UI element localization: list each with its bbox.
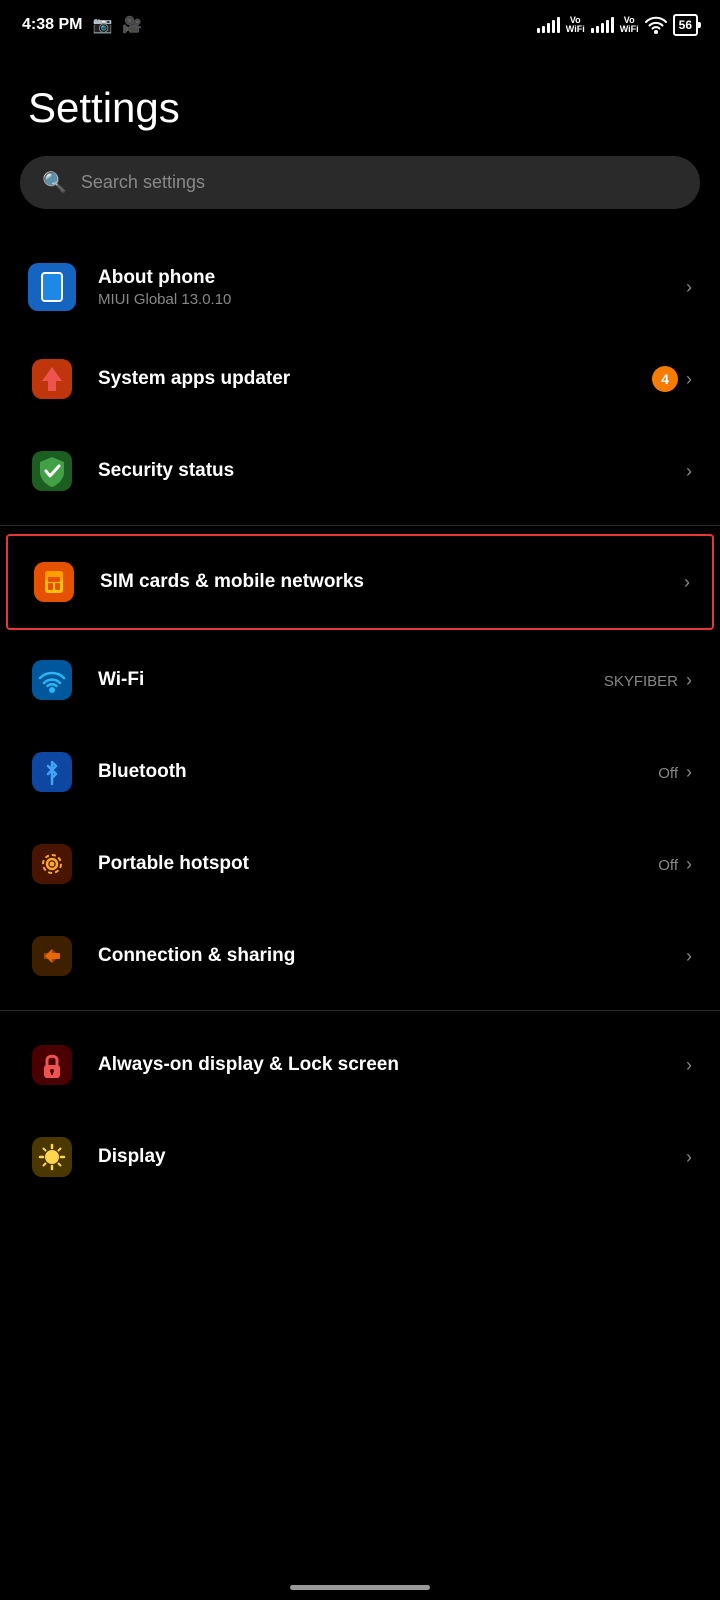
wifi-content: Wi-Fi <box>98 669 604 691</box>
hotspot-icon <box>32 844 72 884</box>
lock-screen-icon <box>32 1045 72 1085</box>
connection-label: Connection & sharing <box>98 945 686 967</box>
connection-icon-wrap <box>28 932 76 980</box>
battery-icon: 56 <box>673 14 698 36</box>
about-phone-icon <box>28 263 76 311</box>
search-bar[interactable]: 🔍 Search settings <box>20 156 700 209</box>
settings-item-bluetooth[interactable]: Bluetooth Off › <box>0 726 720 818</box>
security-right: › <box>686 461 692 482</box>
about-phone-chevron: › <box>686 277 692 298</box>
status-time: 4:38 PM <box>22 16 82 34</box>
signal-bars-2 <box>591 17 614 33</box>
hotspot-right: Off › <box>658 854 692 875</box>
wifi-right: SKYFIBER › <box>604 670 692 691</box>
display-label: Display <box>98 1146 686 1168</box>
display-icon <box>32 1137 72 1177</box>
settings-item-hotspot[interactable]: Portable hotspot Off › <box>0 818 720 910</box>
security-label: Security status <box>98 460 686 482</box>
connection-content: Connection & sharing <box>98 945 686 967</box>
vo-wifi-label-2: VoWiFi <box>620 16 639 34</box>
wifi-icon-wrap <box>28 656 76 704</box>
about-phone-sublabel: MIUI Global 13.0.10 <box>98 291 686 308</box>
sim-content: SIM cards & mobile networks <box>100 571 684 593</box>
hotspot-sublabel: Off <box>658 857 678 874</box>
system-apps-label: System apps updater <box>98 368 652 390</box>
settings-item-wifi[interactable]: Wi-Fi SKYFIBER › <box>0 634 720 726</box>
bluetooth-content: Bluetooth <box>98 761 658 783</box>
instagram-icon-2: 🎥 <box>122 15 142 35</box>
hotspot-content: Portable hotspot <box>98 853 658 875</box>
sim-icon-wrap <box>30 558 78 606</box>
settings-item-system-apps[interactable]: System apps updater 4 › <box>0 333 720 425</box>
sim-chevron: › <box>684 572 690 593</box>
status-bar-left: 4:38 PM 📷 🎥 <box>22 15 142 35</box>
search-icon: 🔍 <box>42 170 67 195</box>
connection-right: › <box>686 946 692 967</box>
system-apps-right: 4 › <box>652 366 692 392</box>
always-on-right: › <box>686 1055 692 1076</box>
battery-level: 56 <box>679 18 692 32</box>
instagram-icon-1: 📷 <box>92 15 112 35</box>
settings-item-always-on[interactable]: Always-on display & Lock screen › <box>0 1019 720 1111</box>
bluetooth-icon <box>32 752 72 792</box>
settings-item-display[interactable]: Display › <box>0 1111 720 1191</box>
search-placeholder-text: Search settings <box>81 172 205 193</box>
bottom-nav-indicator <box>290 1585 430 1590</box>
arrow-up-icon <box>32 359 72 399</box>
settings-item-security[interactable]: Security status › <box>0 425 720 517</box>
vo-wifi-label-1: VoWiFi <box>566 16 585 34</box>
divider-2 <box>0 1010 720 1011</box>
system-apps-content: System apps updater <box>98 368 652 390</box>
shield-check-icon <box>32 451 72 491</box>
signal-bars-1 <box>537 17 560 33</box>
wifi-chevron: › <box>686 670 692 691</box>
sim-label: SIM cards & mobile networks <box>100 571 684 593</box>
always-on-label: Always-on display & Lock screen <box>98 1054 686 1076</box>
settings-item-sim-cards[interactable]: SIM cards & mobile networks › <box>6 534 714 630</box>
display-right: › <box>686 1147 692 1168</box>
status-bar: 4:38 PM 📷 🎥 VoWiFi VoWiFi <box>0 0 720 44</box>
update-badge: 4 <box>652 366 678 392</box>
always-on-chevron: › <box>686 1055 692 1076</box>
security-content: Security status <box>98 460 686 482</box>
bluetooth-right: Off › <box>658 762 692 783</box>
display-content: Display <box>98 1146 686 1168</box>
bluetooth-chevron: › <box>686 762 692 783</box>
wifi-label: Wi-Fi <box>98 669 604 691</box>
sim-right: › <box>684 572 690 593</box>
connection-sharing-icon <box>32 936 72 976</box>
settings-list: About phone MIUI Global 13.0.10 › System… <box>0 241 720 1191</box>
sim-card-icon <box>34 562 74 602</box>
page-title: Settings <box>0 44 720 156</box>
bluetooth-sublabel: Off <box>658 765 678 782</box>
bluetooth-label: Bluetooth <box>98 761 658 783</box>
divider-1 <box>0 525 720 526</box>
status-bar-right: VoWiFi VoWiFi 56 <box>537 14 698 36</box>
display-icon-wrap <box>28 1133 76 1181</box>
bluetooth-icon-wrap <box>28 748 76 796</box>
connection-chevron: › <box>686 946 692 967</box>
always-on-content: Always-on display & Lock screen <box>98 1054 686 1076</box>
security-icon-wrap <box>28 447 76 495</box>
about-phone-right: › <box>686 277 692 298</box>
lock-icon-wrap <box>28 1041 76 1089</box>
wifi-settings-icon <box>32 660 72 700</box>
system-apps-icon <box>28 355 76 403</box>
hotspot-icon-wrap <box>28 840 76 888</box>
system-apps-chevron: › <box>686 369 692 390</box>
security-chevron: › <box>686 461 692 482</box>
display-chevron: › <box>686 1147 692 1168</box>
wifi-status-icon <box>645 16 667 34</box>
about-phone-content: About phone MIUI Global 13.0.10 <box>98 267 686 308</box>
settings-item-about-phone[interactable]: About phone MIUI Global 13.0.10 › <box>0 241 720 333</box>
hotspot-label: Portable hotspot <box>98 853 658 875</box>
wifi-sublabel: SKYFIBER <box>604 673 678 690</box>
about-phone-label: About phone <box>98 267 686 289</box>
hotspot-chevron: › <box>686 854 692 875</box>
settings-item-connection[interactable]: Connection & sharing › <box>0 910 720 1002</box>
